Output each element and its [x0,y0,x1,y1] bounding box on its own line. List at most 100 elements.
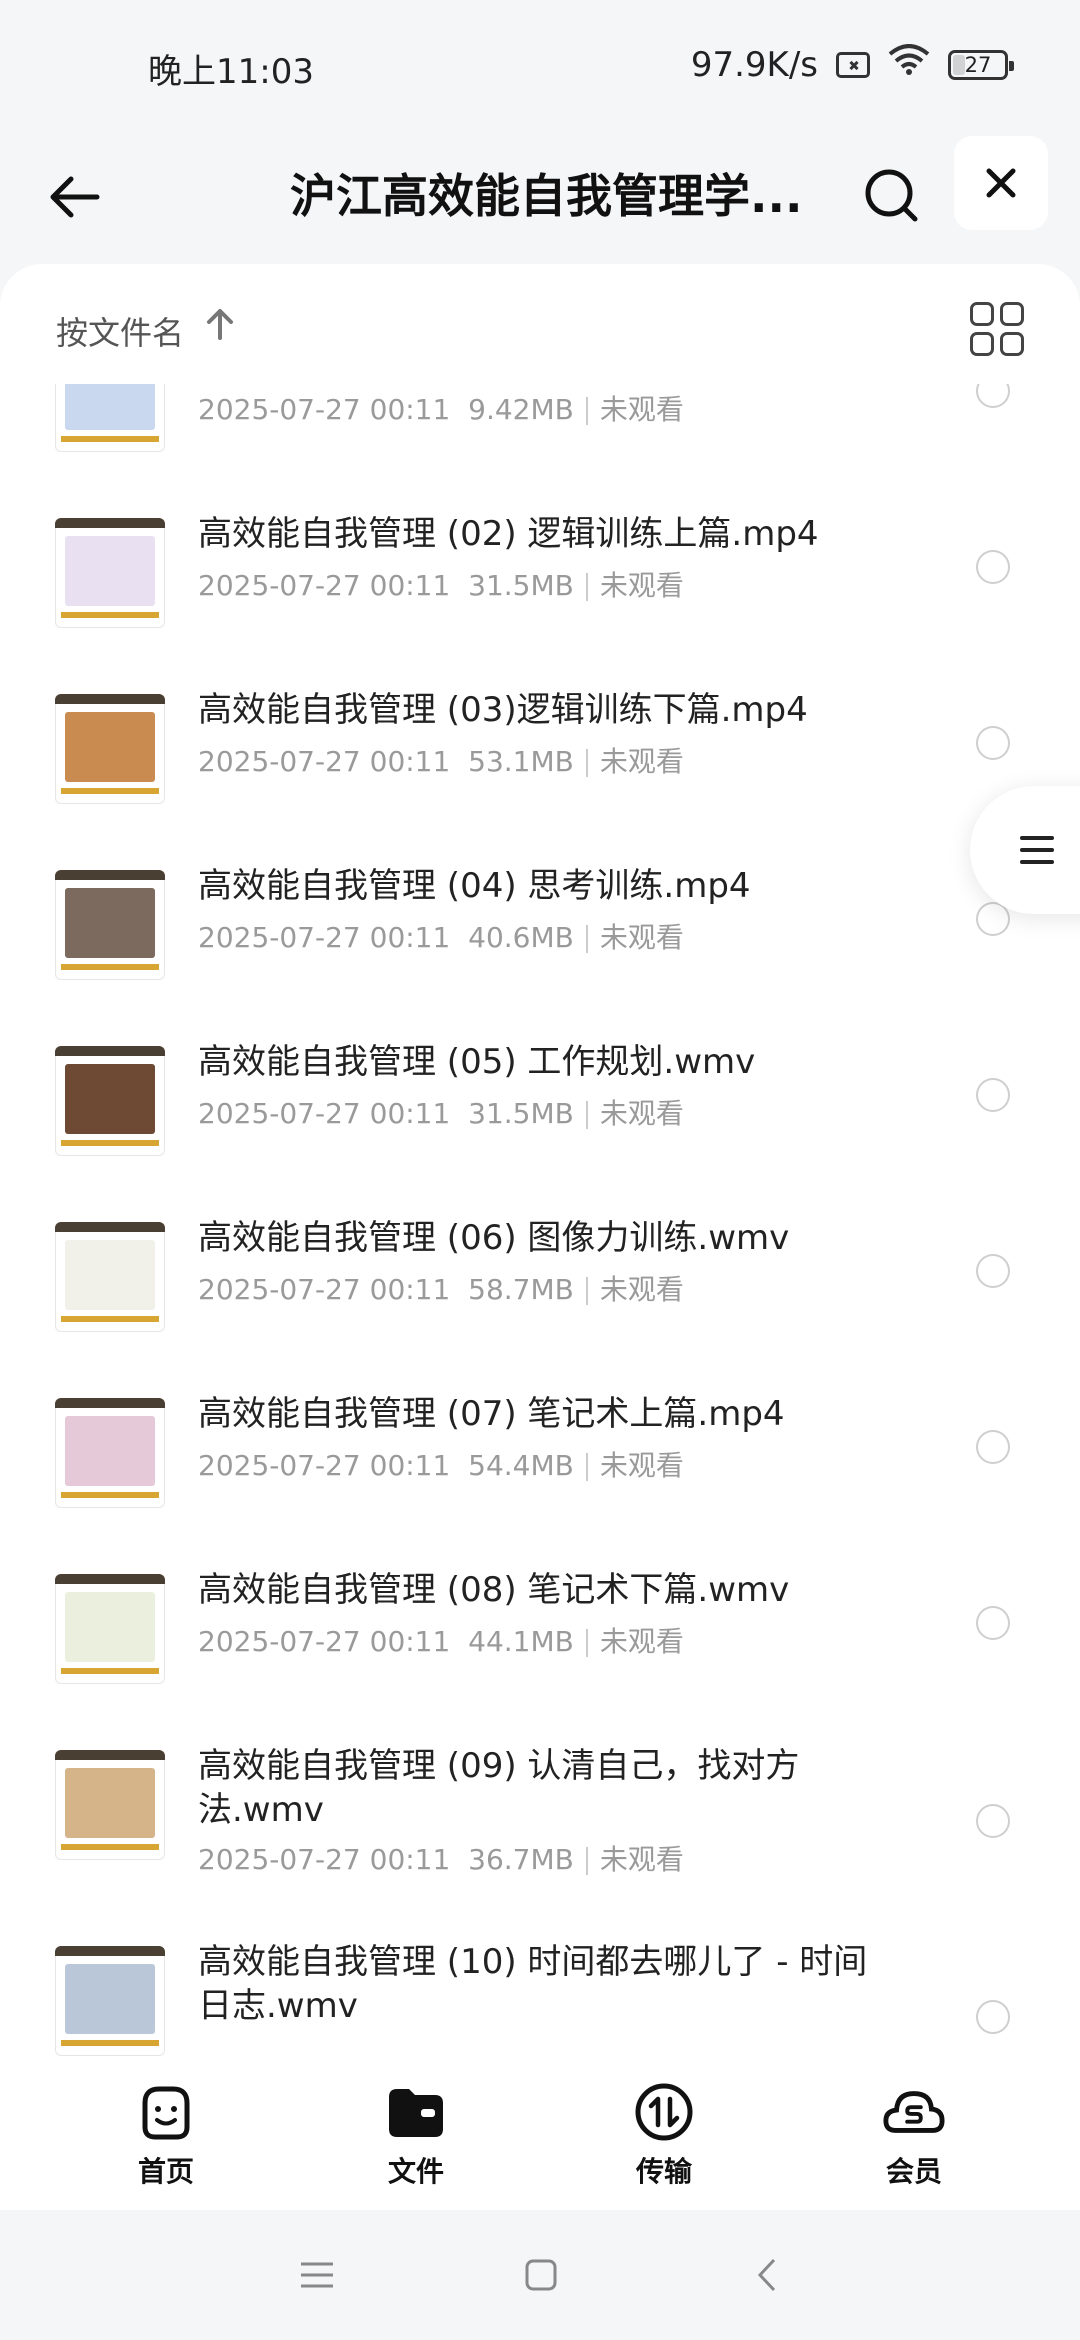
file-size: 54.4MB [468,1449,574,1482]
file-list-item[interactable]: 高效能自我管理 (05) 工作规划.wmv 2025-07-27 00:11 31… [0,988,1080,1164]
file-size: 36.7MB [468,1843,574,1876]
video-thumbnail [55,1574,165,1684]
video-thumbnail [55,384,165,452]
close-icon [986,168,1016,198]
video-thumbnail [55,870,165,980]
meta-divider [585,397,588,425]
file-size: 31.5MB [468,1097,574,1130]
file-date: 2025-07-27 00:11 [198,1625,451,1658]
square-icon [525,2259,557,2291]
file-size: 53.1MB [468,745,574,778]
header: 沪江高效能自我管理学... [0,130,1080,260]
file-list-item[interactable]: 高效能自我管理 (09) 认清自己，找对方法.wmv 2025-07-27 00:… [0,1692,1080,1888]
nav-files[interactable]: 文件 [336,2080,496,2190]
file-meta: 2025-07-27 00:11 44.1MB 未观看 [198,1620,684,1660]
meta-divider [585,573,588,601]
battery-icon: 27 [948,49,1014,80]
file-date: 2025-07-27 00:11 [198,921,451,954]
file-meta: 2025-07-27 00:11 31.5MB 未观看 [198,564,684,604]
watch-status: 未观看 [599,1625,684,1658]
status-icons: 97.9K/s 27 [690,44,1014,85]
file-list-panel: 按文件名 2025-07-27 00:11 9.42MB 未观看 高效能自我管理 (… [0,264,1080,2080]
file-date: 2025-07-27 00:11 [198,1449,451,1482]
home-button[interactable] [516,2250,566,2300]
select-radio[interactable] [976,1078,1010,1112]
meta-divider [585,925,588,953]
meta-divider [585,1277,588,1305]
nav-vip[interactable]: 会员 [834,2080,994,2190]
file-list-item[interactable]: 高效能自我管理 (02) 逻辑训练上篇.mp4 2025-07-27 00:11 … [0,460,1080,636]
file-meta: 2025-07-27 00:11 58.7MB 未观看 [198,1268,684,1308]
watch-status: 未观看 [599,1097,684,1130]
file-list-item[interactable]: 高效能自我管理 (07) 笔记术上篇.mp4 2025-07-27 00:11 5… [0,1340,1080,1516]
grid-cell-icon [1000,302,1024,326]
file-size: 31.5MB [468,569,574,602]
recent-apps-button[interactable] [292,2250,342,2300]
smile-home-icon [134,2080,198,2144]
status-time: 晚上11:03 [148,52,314,92]
file-size: 9.42MB [468,393,574,426]
select-radio[interactable] [976,1606,1010,1640]
video-thumbnail [55,1222,165,1332]
watch-status: 未观看 [599,921,684,954]
file-list-item[interactable]: 高效能自我管理 (08) 笔记术下篇.wmv 2025-07-27 00:11 4… [0,1516,1080,1692]
select-radio[interactable] [976,550,1010,584]
search-button[interactable] [852,156,932,236]
grid-cell-icon [970,302,994,326]
file-list-item[interactable]: 高效能自我管理 (03)逻辑训练下篇.mp4 2025-07-27 00:11 5… [0,636,1080,812]
bottom-nav: 首页 文件 传输 会员 [0,2062,1080,2211]
network-speed: 97.9K/s [690,44,818,85]
meta-divider [585,1847,588,1875]
system-nav-bar [0,2210,1080,2340]
nav-home[interactable]: 首页 [86,2080,246,2190]
watch-status: 未观看 [599,569,684,602]
select-radio[interactable] [976,1430,1010,1464]
file-name: 高效能自我管理 (05) 工作规划.wmv [198,1042,756,1082]
folder-icon [384,2080,448,2144]
nav-transfer[interactable]: 传输 [584,2080,744,2190]
file-name: 高效能自我管理 (08) 笔记术下篇.wmv [198,1570,790,1610]
video-thumbnail [55,518,165,628]
file-date: 2025-07-27 00:11 [198,1273,451,1306]
file-date: 2025-07-27 00:11 [198,745,451,778]
sort-by-name-button[interactable]: 按文件名 [56,308,184,354]
file-meta: 2025-07-27 00:11 31.5MB 未观看 [198,1092,684,1132]
select-radio[interactable] [976,384,1010,408]
back-arrow-icon [50,176,100,218]
file-list-item[interactable]: 高效能自我管理 (10) 时间都去哪儿了 - 时间日志.wmv [0,1888,1080,2080]
watch-status: 未观看 [599,1449,684,1482]
nav-transfer-label: 传输 [635,2155,692,2188]
grid-view-button[interactable] [970,302,1024,356]
back-button[interactable] [40,162,110,232]
file-date: 2025-07-27 00:11 [198,1097,451,1130]
select-radio[interactable] [976,726,1010,760]
video-thumbnail [55,1398,165,1508]
meta-divider [585,1453,588,1481]
video-thumbnail [55,1750,165,1860]
battery-level: 27 [964,52,992,77]
select-radio[interactable] [976,1804,1010,1838]
cloud-vip-icon [882,2080,946,2144]
file-meta: 2025-07-27 00:11 40.6MB 未观看 [198,916,684,956]
file-name: 高效能自我管理 (06) 图像力训练.wmv [198,1218,790,1258]
wifi-icon [888,44,930,85]
select-radio[interactable] [976,1254,1010,1288]
close-button[interactable] [954,136,1048,230]
file-list-item[interactable]: 高效能自我管理 (04) 思考训练.mp4 2025-07-27 00:11 40… [0,812,1080,988]
file-date: 2025-07-27 00:11 [198,393,451,426]
watch-status: 未观看 [599,745,684,778]
file-meta: 2025-07-27 00:11 36.7MB 未观看 [198,1838,684,1878]
file-date: 2025-07-27 00:11 [198,569,451,602]
grid-cell-icon [970,332,994,356]
video-thumbnail [55,1046,165,1156]
watch-status: 未观看 [599,393,684,426]
file-name: 高效能自我管理 (10) 时间都去哪儿了 - 时间日志.wmv [198,1942,868,2026]
status-bar: 晚上11:03 97.9K/s 27 [0,0,1080,130]
file-list[interactable]: 2025-07-27 00:11 9.42MB 未观看 高效能自我管理 (02) 逻… [0,384,1080,2080]
file-list-item[interactable]: 高效能自我管理 (06) 图像力训练.wmv 2025-07-27 00:11 5… [0,1164,1080,1340]
system-back-button[interactable] [742,2250,792,2300]
file-list-item[interactable]: 2025-07-27 00:11 9.42MB 未观看 [0,384,1080,460]
sort-ascending-icon[interactable] [200,304,240,344]
file-size: 58.7MB [468,1273,574,1306]
select-radio[interactable] [976,2000,1010,2034]
